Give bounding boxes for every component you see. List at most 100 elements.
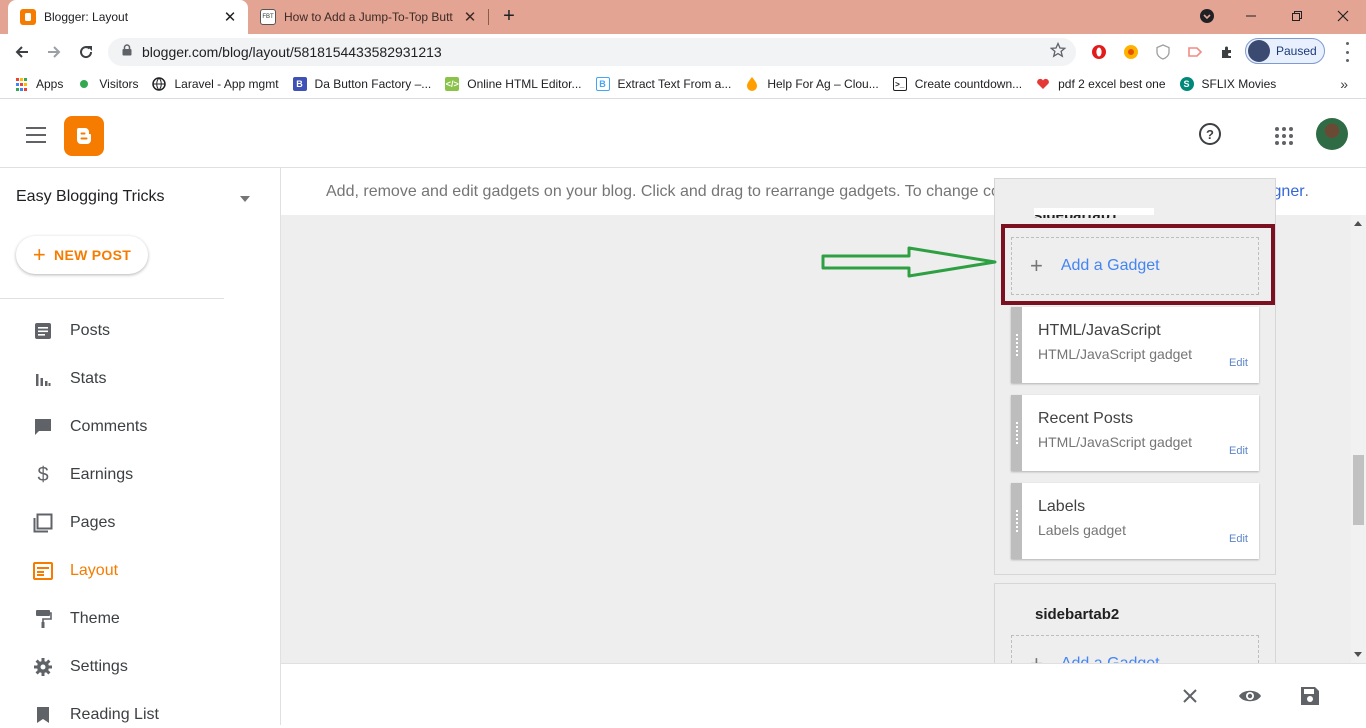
title-mask bbox=[1034, 208, 1154, 215]
profile-status-label: Paused bbox=[1276, 44, 1317, 58]
blogger-logo[interactable] bbox=[64, 116, 104, 156]
main-scrollbar[interactable] bbox=[1351, 215, 1366, 663]
scrollbar-thumb[interactable] bbox=[1353, 455, 1364, 525]
new-tab-plus-icon[interactable]: + bbox=[498, 6, 520, 28]
browser-menu-icon[interactable] bbox=[1340, 42, 1354, 62]
sidebar-divider bbox=[0, 298, 224, 299]
opera-extension-icon[interactable] bbox=[1090, 43, 1108, 61]
lock-icon bbox=[122, 43, 132, 61]
dollar-icon: $ bbox=[37, 463, 49, 486]
sidebar-item-reading-list[interactable]: Reading List bbox=[32, 702, 159, 728]
blogger-header: ? bbox=[0, 103, 1366, 168]
apps-grid-icon bbox=[14, 77, 28, 91]
preview-eye-icon[interactable] bbox=[1238, 684, 1262, 708]
sidebar-item-theme[interactable]: Theme bbox=[32, 606, 120, 632]
close-tab-icon[interactable]: ✕ bbox=[460, 7, 480, 27]
close-tab-icon[interactable]: ✕ bbox=[220, 7, 240, 27]
bookmark-label: pdf 2 excel best one bbox=[1058, 77, 1166, 91]
minimize-icon[interactable] bbox=[1228, 0, 1274, 32]
restore-icon[interactable] bbox=[1274, 0, 1320, 32]
bookmark-label: Help For Ag – Clou... bbox=[767, 77, 879, 91]
blog-selector[interactable]: Easy Blogging Tricks bbox=[16, 188, 256, 210]
gadget-edit-link[interactable]: Edit bbox=[1229, 533, 1248, 545]
dot-icon bbox=[77, 77, 91, 91]
gadget-edit-link[interactable]: Edit bbox=[1229, 445, 1248, 457]
bookmark-help-for-ag[interactable]: Help For Ag – Clou... bbox=[745, 77, 879, 91]
bookmark-apps[interactable]: Apps bbox=[14, 77, 63, 91]
cast-extension-icon[interactable] bbox=[1186, 43, 1204, 61]
bookmark-extract-text[interactable]: B Extract Text From a... bbox=[595, 77, 732, 91]
new-post-button[interactable]: + NEW POST bbox=[16, 236, 148, 274]
heart-icon bbox=[1036, 77, 1050, 91]
bookmark-create-countdown[interactable]: >_ Create countdown... bbox=[892, 77, 1022, 91]
flame-icon bbox=[745, 77, 759, 91]
sidebar-item-pages[interactable]: Pages bbox=[32, 510, 115, 536]
comments-icon bbox=[32, 416, 54, 438]
gadget-html-javascript[interactable]: HTML/JavaScript HTML/JavaScript gadget E… bbox=[1011, 307, 1259, 383]
fbt-favicon-icon: FBT bbox=[260, 9, 276, 25]
user-avatar[interactable] bbox=[1316, 118, 1348, 150]
bookmark-da-button-factory[interactable]: B Da Button Factory –... bbox=[292, 77, 431, 91]
shield-extension-icon[interactable] bbox=[1154, 43, 1172, 61]
extensions-puzzle-icon[interactable] bbox=[1218, 43, 1236, 61]
tab-search-icon[interactable] bbox=[1184, 0, 1230, 32]
bookmark-online-html-editor[interactable]: </> Online HTML Editor... bbox=[445, 77, 582, 91]
bookmark-pdf-2-excel[interactable]: pdf 2 excel best one bbox=[1036, 77, 1166, 91]
info-text-end: . bbox=[1304, 182, 1309, 200]
sidebar-item-posts[interactable]: Posts bbox=[32, 318, 110, 344]
layout-footer bbox=[281, 663, 1366, 726]
tab-title: How to Add a Jump-To-Top Butt bbox=[284, 10, 453, 24]
gadget-type: Labels gadget bbox=[1038, 522, 1126, 538]
sidebar-item-layout[interactable]: Layout bbox=[32, 558, 118, 584]
bookmark-label: Extract Text From a... bbox=[617, 77, 732, 91]
settings-icon bbox=[32, 656, 54, 678]
google-apps-icon[interactable] bbox=[1275, 127, 1293, 145]
address-bar[interactable]: blogger.com/blog/layout/5818154433582931… bbox=[108, 38, 1076, 66]
gadget-labels[interactable]: Labels Labels gadget Edit bbox=[1011, 483, 1259, 559]
bookmark-visitors[interactable]: Visitors bbox=[77, 77, 138, 91]
layout-icon bbox=[32, 560, 54, 582]
bookmark-label: Online HTML Editor... bbox=[467, 77, 582, 91]
bookmark-label: Laravel - App mgmt bbox=[174, 77, 279, 91]
help-icon[interactable]: ? bbox=[1199, 123, 1221, 145]
reload-icon[interactable] bbox=[72, 38, 100, 66]
b-icon: B bbox=[292, 77, 307, 91]
new-post-label: NEW POST bbox=[54, 247, 132, 263]
bookmark-sflix-movies[interactable]: S SFLIX Movies bbox=[1179, 77, 1277, 91]
cookie-extension-icon[interactable] bbox=[1122, 43, 1140, 61]
sidebar-item-earnings[interactable]: $ Earnings bbox=[32, 462, 133, 488]
save-icon[interactable] bbox=[1298, 684, 1322, 708]
scroll-down-icon[interactable] bbox=[1354, 652, 1362, 657]
drag-handle-icon[interactable] bbox=[1011, 483, 1022, 559]
gadget-recent-posts[interactable]: Recent Posts HTML/JavaScript gadget Edit bbox=[1011, 395, 1259, 471]
back-arrow-icon[interactable] bbox=[8, 38, 36, 66]
dropdown-caret-icon bbox=[240, 196, 250, 202]
drag-handle-icon[interactable] bbox=[1011, 307, 1022, 383]
bookmark-star-icon[interactable] bbox=[1049, 41, 1067, 63]
stats-icon bbox=[32, 368, 54, 390]
sidebar-item-label: Settings bbox=[70, 658, 128, 675]
sidebar-item-comments[interactable]: Comments bbox=[32, 414, 147, 440]
scroll-up-icon[interactable] bbox=[1354, 221, 1362, 226]
globe-icon bbox=[152, 77, 167, 91]
gadget-type: HTML/JavaScript gadget bbox=[1038, 346, 1193, 362]
sidebar-item-stats[interactable]: Stats bbox=[32, 366, 106, 392]
drag-handle-icon[interactable] bbox=[1011, 395, 1022, 471]
hamburger-menu-icon[interactable] bbox=[26, 127, 46, 143]
bookmarks-overflow-icon[interactable]: » bbox=[1340, 76, 1348, 92]
tab-blogger-layout[interactable]: Blogger: Layout ✕ bbox=[8, 0, 248, 34]
bookmark-label: SFLIX Movies bbox=[1201, 77, 1277, 91]
gadget-edit-link[interactable]: Edit bbox=[1229, 357, 1248, 369]
forward-arrow-icon[interactable] bbox=[40, 38, 68, 66]
sidebar-item-settings[interactable]: Settings bbox=[32, 654, 128, 680]
close-icon[interactable] bbox=[1178, 684, 1202, 708]
tab-jump-to-top[interactable]: FBT How to Add a Jump-To-Top Butt ✕ bbox=[252, 0, 488, 34]
profile-avatar-icon bbox=[1248, 40, 1270, 62]
section-title: sidebartab2 bbox=[1035, 606, 1120, 623]
bookmark-laravel[interactable]: Laravel - App mgmt bbox=[152, 77, 279, 91]
profile-paused-button[interactable]: Paused bbox=[1245, 38, 1325, 64]
annotation-arrow-icon bbox=[821, 246, 997, 278]
window-close-icon[interactable] bbox=[1320, 0, 1366, 32]
bookmark-label: Apps bbox=[36, 77, 64, 91]
sidebar-item-label: Theme bbox=[70, 610, 120, 627]
